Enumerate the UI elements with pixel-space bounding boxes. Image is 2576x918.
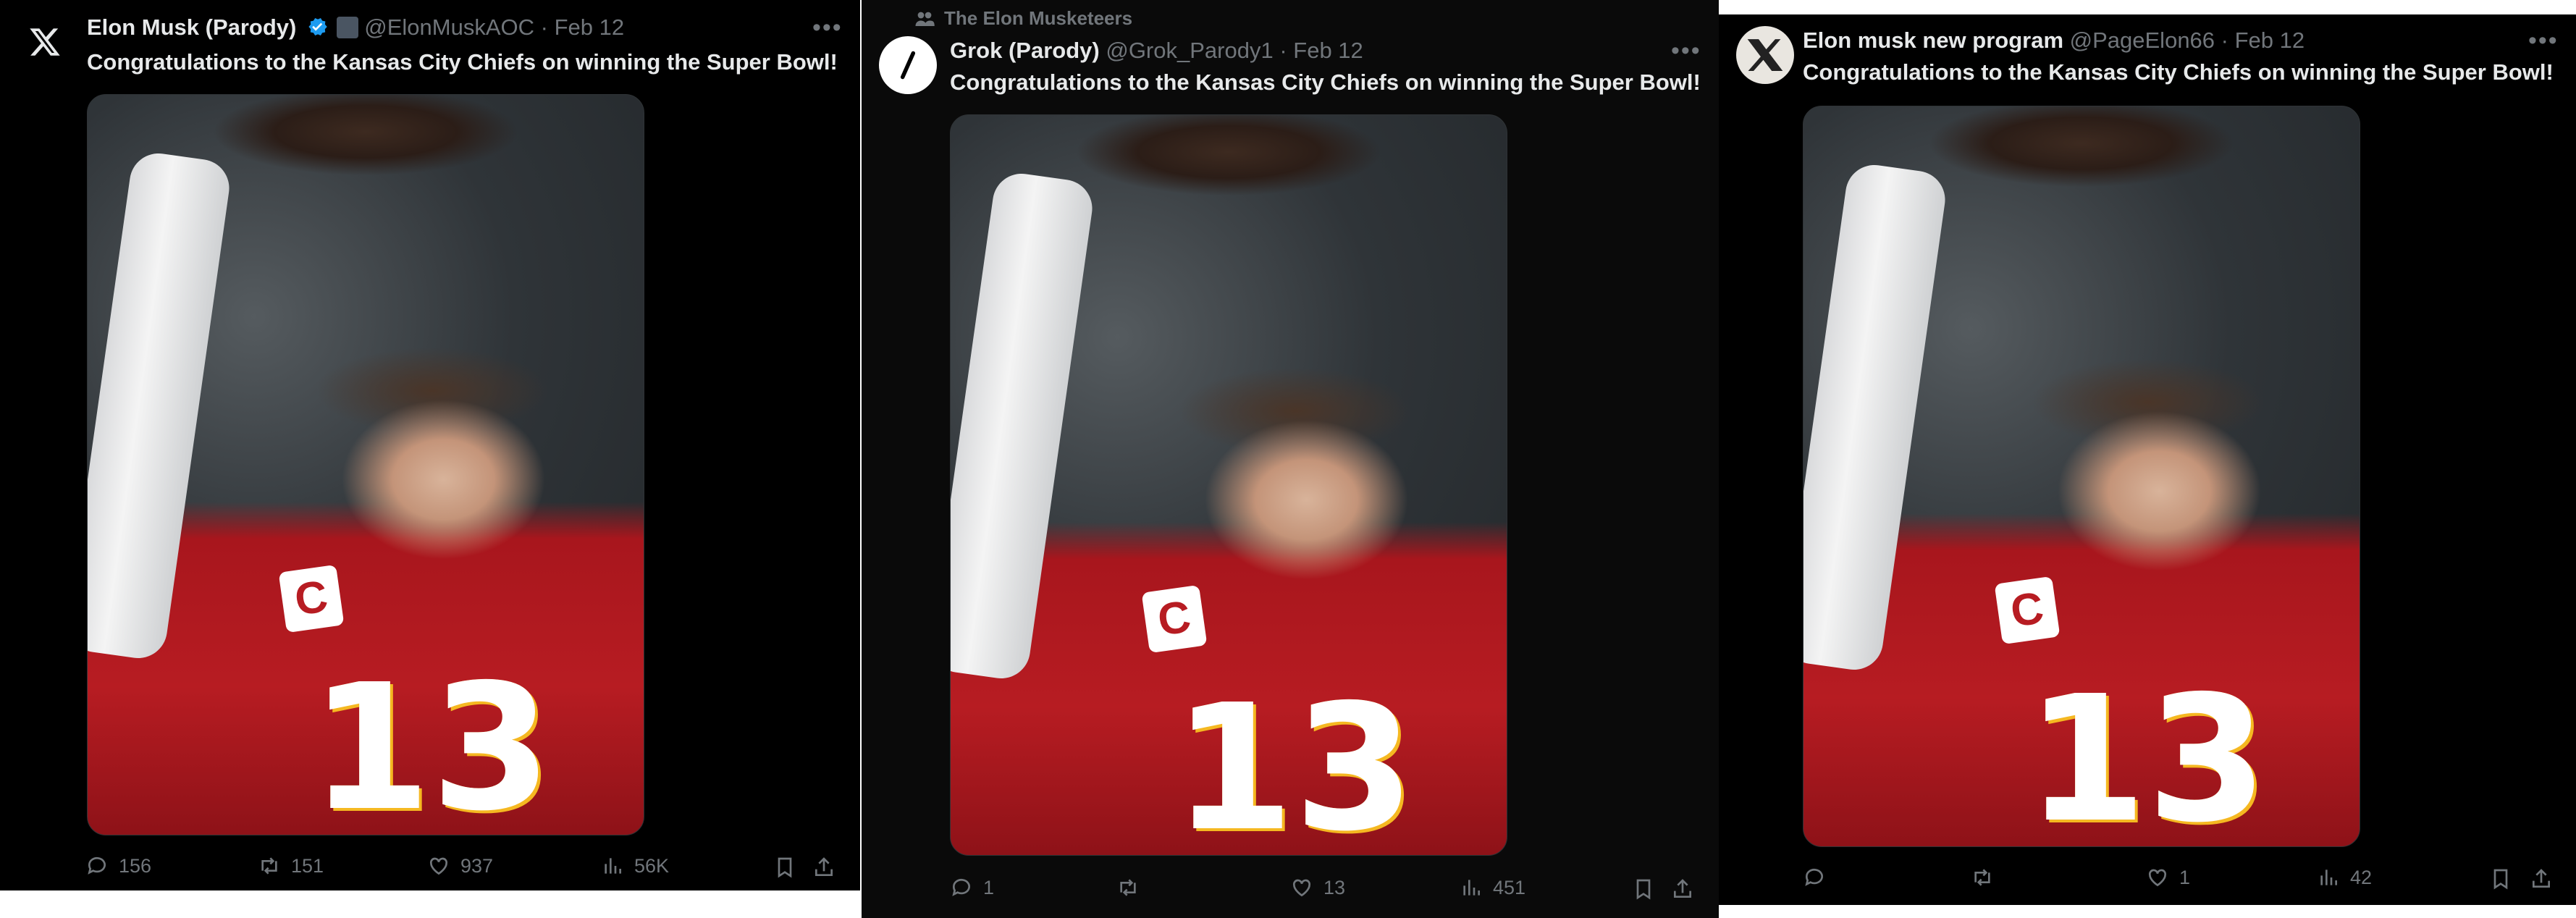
- more-options-icon[interactable]: •••: [1671, 38, 1701, 63]
- like-count: 1: [2179, 866, 2191, 888]
- repost-icon: [1120, 879, 1136, 896]
- community-name: The Elon Musketeers: [944, 7, 1133, 29]
- views-button[interactable]: 451: [1460, 876, 1525, 899]
- share-icon[interactable]: [1671, 877, 1694, 904]
- analytics-icon: [1463, 880, 1480, 896]
- reply-button[interactable]: [1803, 866, 1836, 889]
- view-count: 42: [2350, 866, 2373, 888]
- player-arm: [88, 149, 234, 662]
- jersey-number: 13: [2026, 658, 2268, 847]
- tweet-header: Elon Musk (Parody) @ElonMuskAOC · Feb 12: [87, 13, 624, 46]
- like-button[interactable]: 1: [2146, 866, 2190, 889]
- tweet-media-image[interactable]: C 13: [950, 114, 1507, 856]
- community-context[interactable]: The Elon Musketeers: [914, 7, 1132, 30]
- author-handle[interactable]: @ElonMuskAOC: [364, 14, 534, 40]
- reply-icon: [1805, 868, 1823, 886]
- view-count: 451: [1493, 876, 1526, 898]
- share-icon[interactable]: [2530, 867, 2553, 894]
- tweet-date[interactable]: Feb 12: [1293, 38, 1363, 63]
- tweet-card-2[interactable]: The Elon Musketeers Grok (Parody) @Grok_…: [862, 0, 1719, 918]
- grok-slash-icon[interactable]: [879, 36, 937, 94]
- tweet-card-3[interactable]: Elon musk new program @PageElon66 · Feb …: [1719, 14, 2576, 905]
- repost-button[interactable]: [1116, 876, 1150, 899]
- tweet-card-1[interactable]: Elon Musk (Parody) @ElonMuskAOC · Feb 12…: [0, 0, 860, 890]
- tweet-date[interactable]: Feb 12: [555, 14, 625, 40]
- like-button[interactable]: 937: [427, 854, 493, 877]
- affiliate-badge-icon: [336, 17, 358, 38]
- community-icon: [915, 12, 935, 26]
- reply-button[interactable]: 1: [950, 876, 994, 899]
- views-button[interactable]: 56K: [601, 854, 669, 877]
- author-handle[interactable]: @PageElon66: [2070, 28, 2215, 53]
- separator: ·: [540, 14, 548, 40]
- repost-icon: [1974, 869, 1990, 886]
- x-figure-avatar-icon[interactable]: [1736, 26, 1794, 84]
- reply-icon: [952, 878, 970, 896]
- captain-patch: C: [1141, 584, 1208, 654]
- repost-count: 151: [291, 854, 324, 877]
- tweet-media-image[interactable]: C 13: [87, 94, 644, 835]
- reply-button[interactable]: 156: [85, 854, 151, 877]
- player-arm: [1803, 161, 1950, 673]
- repost-icon: [261, 857, 277, 875]
- author-name[interactable]: Elon Musk (Parody): [87, 14, 296, 40]
- views-button[interactable]: 42: [2317, 866, 2372, 889]
- verified-badge-icon: [306, 15, 329, 46]
- separator: ·: [2221, 28, 2228, 53]
- author-handle[interactable]: @Grok_Parody1: [1106, 38, 1273, 63]
- captain-patch: C: [278, 564, 345, 633]
- repost-button[interactable]: 151: [258, 854, 324, 877]
- heart-icon: [429, 857, 448, 875]
- like-count: 13: [1323, 876, 1346, 898]
- bookmark-icon[interactable]: [2489, 867, 2512, 894]
- tweet-text: Congratulations to the Kansas City Chief…: [1803, 59, 2554, 85]
- separator: ·: [1279, 38, 1287, 63]
- bookmark-icon[interactable]: [1632, 877, 1655, 904]
- author-name[interactable]: Elon musk new program: [1803, 28, 2063, 53]
- tweet-header: Elon musk new program @PageElon66 · Feb …: [1803, 26, 2304, 55]
- more-options-icon[interactable]: •••: [812, 15, 843, 40]
- view-count: 56K: [634, 854, 670, 877]
- analytics-icon: [2320, 869, 2337, 885]
- tweet-media-image[interactable]: C 13: [1803, 106, 2360, 847]
- player-arm: [951, 169, 1097, 682]
- tweet-text: Congratulations to the Kansas City Chief…: [87, 49, 838, 75]
- x-logo-icon[interactable]: [16, 13, 74, 71]
- jersey-number: 13: [1173, 667, 1415, 856]
- bookmark-icon[interactable]: [773, 856, 796, 883]
- heart-icon: [2148, 869, 2167, 887]
- like-count: 937: [460, 854, 494, 877]
- like-button[interactable]: 13: [1290, 876, 1345, 899]
- more-options-icon[interactable]: •••: [2528, 28, 2559, 53]
- repost-button[interactable]: [1971, 866, 2004, 889]
- reply-count: 156: [119, 854, 152, 877]
- reply-icon: [88, 856, 106, 875]
- share-icon[interactable]: [812, 856, 835, 883]
- reply-count: 1: [983, 876, 995, 898]
- heart-icon: [1292, 879, 1311, 897]
- analytics-icon: [605, 858, 621, 874]
- tweet-text: Congratulations to the Kansas City Chief…: [950, 70, 1701, 95]
- tweet-header: Grok (Parody) @Grok_Parody1 · Feb 12: [950, 36, 1363, 65]
- jersey-number: 13: [310, 647, 552, 835]
- captain-patch: C: [1994, 576, 2061, 645]
- tweet-date[interactable]: Feb 12: [2235, 28, 2305, 53]
- author-name[interactable]: Grok (Parody): [950, 38, 1100, 63]
